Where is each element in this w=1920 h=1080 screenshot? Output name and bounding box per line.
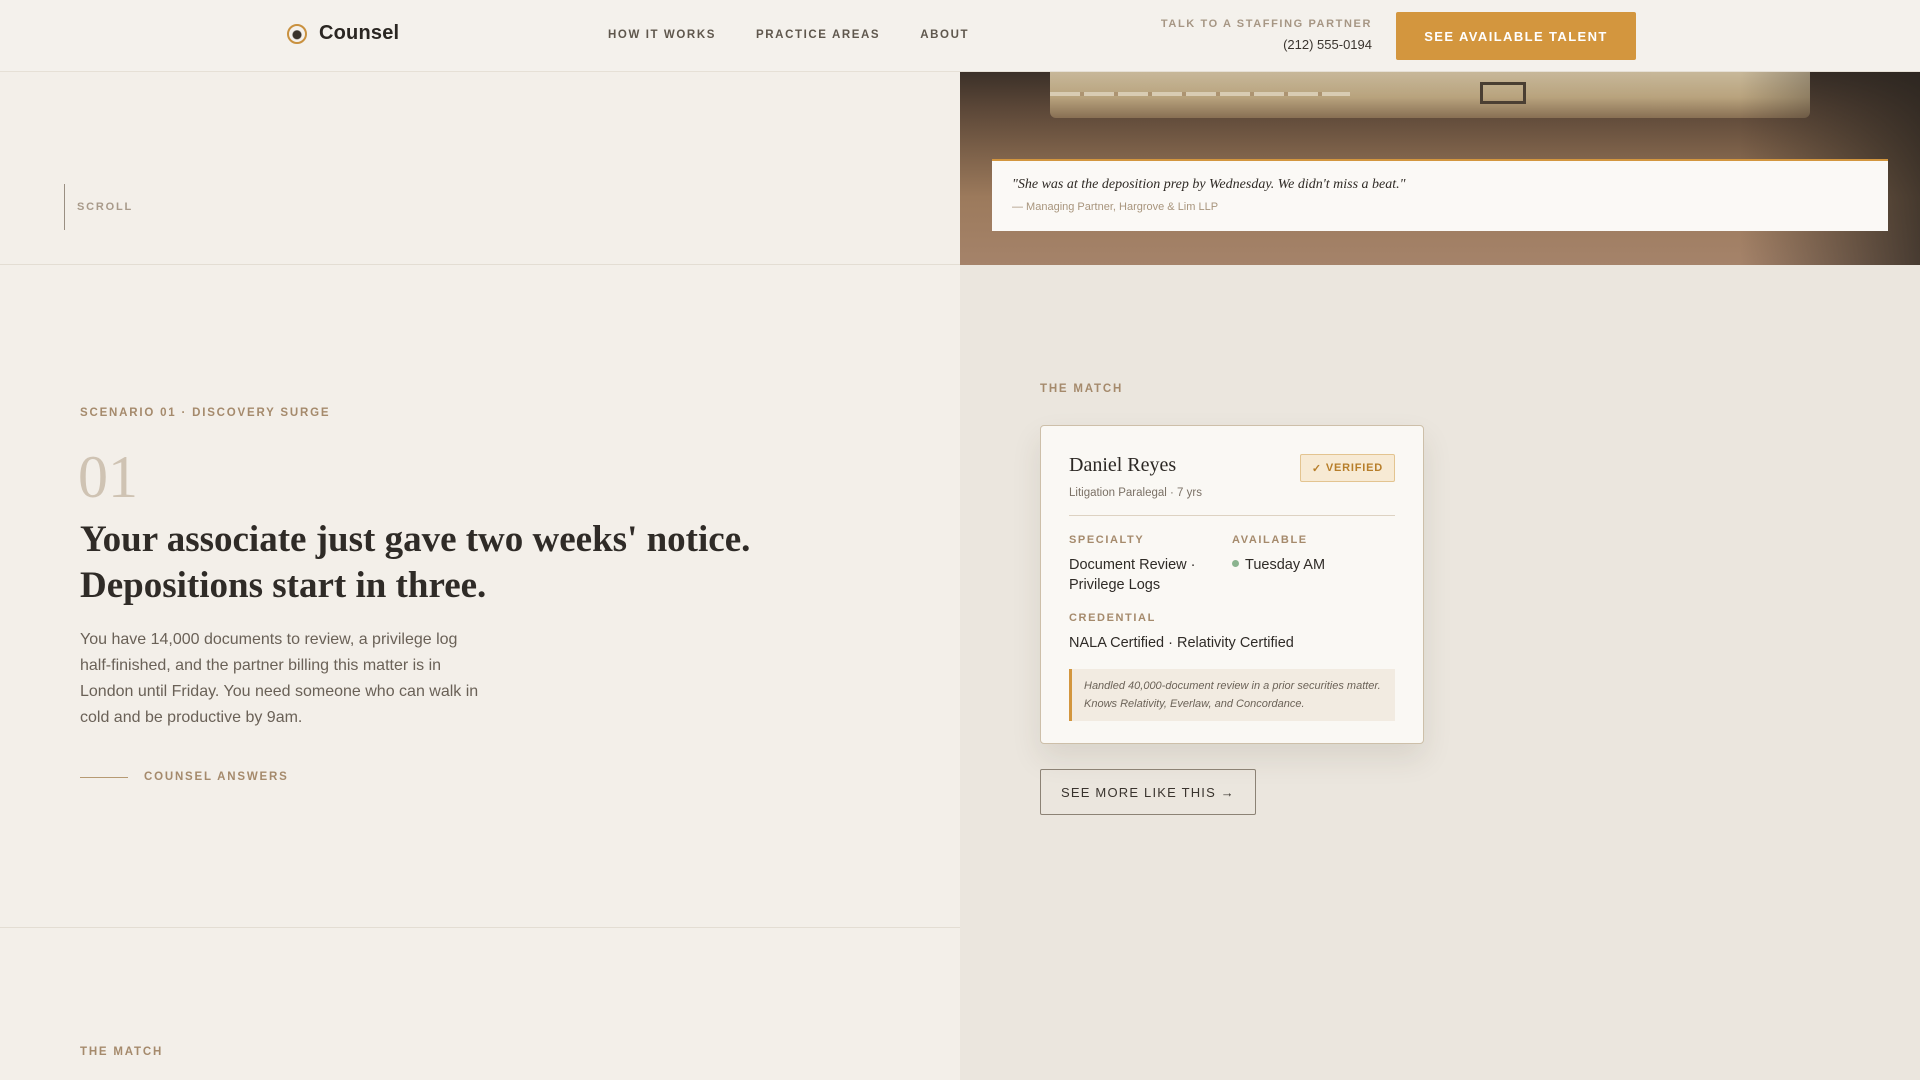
testimonial-quote: "She was at the deposition prep by Wedne… (1012, 177, 1406, 192)
available-value-row: Tuesday AM (1232, 555, 1395, 575)
availability-column: AVAILABLE Tuesday AM (1232, 534, 1395, 595)
scenario-number: 01 (78, 444, 138, 510)
nav-about[interactable]: ABOUT (920, 29, 969, 41)
verified-badge: ✓ VERIFIED (1299, 454, 1395, 482)
brand-name: Counsel (319, 22, 400, 44)
counsel-answers: COUNSEL ANSWERS (80, 771, 289, 783)
scroll-indicator-line (64, 184, 65, 230)
hero-photo: "She was at the deposition prep by Wedne… (960, 72, 1920, 265)
see-more-like-this-button[interactable]: SEE MORE LIKE THIS → (1040, 769, 1256, 815)
next-section-panel: THE MATCH (0, 928, 960, 1080)
candidate-role: Litigation Paralegal · 7 yrs (1069, 487, 1202, 499)
availability-dot-icon (1232, 560, 1239, 567)
contact-phone[interactable]: (212) 555-0194 (1161, 37, 1372, 52)
specialty-value: Document Review · Privilege Logs (1069, 557, 1196, 593)
specialty-label: SPECIALTY (1069, 534, 1145, 546)
contact-label: TALK TO A STAFFING PARTNER (1160, 18, 1372, 30)
available-label: AVAILABLE (1232, 534, 1308, 546)
hero-left-panel: SCROLL (0, 72, 960, 265)
scenario-title: Your associate just gave two weeks' noti… (80, 519, 751, 606)
next-section-eyebrow: THE MATCH (80, 1046, 164, 1058)
credential-block: CREDENTIAL NALA Certified · Relativity C… (1069, 612, 1395, 653)
card-divider (1069, 515, 1395, 516)
checkmark-icon: ✓ (1311, 462, 1322, 475)
testimonial-attribution: — Managing Partner, Hargrove & Lim LLP (1012, 201, 1219, 213)
photo-file-binders (1050, 72, 1810, 118)
brand-logo[interactable]: Counsel (287, 22, 399, 45)
available-value: Tuesday AM (1245, 557, 1326, 573)
candidate-note: Handled 40,000-document review in a prio… (1069, 669, 1395, 721)
match-eyebrow: THE MATCH (1040, 383, 1124, 395)
candidate-card[interactable]: Daniel Reyes Litigation Paralegal · 7 yr… (1040, 425, 1424, 744)
scenario-body: You have 14,000 documents to review, a p… (80, 631, 479, 726)
specialty-column: SPECIALTY Document Review · Privilege Lo… (1069, 534, 1232, 595)
verified-label: VERIFIED (1325, 462, 1383, 474)
brand-mark-icon (287, 23, 307, 44)
nav-how-it-works[interactable]: HOW IT WORKS (608, 29, 716, 41)
scenario-eyebrow: SCENARIO 01 · DISCOVERY SURGE (80, 407, 331, 419)
scenario-panel: SCENARIO 01 · DISCOVERY SURGE 01 Your as… (0, 265, 960, 928)
answers-divider (80, 776, 128, 778)
testimonial-card: "She was at the deposition prep by Wedne… (992, 159, 1888, 231)
see-available-talent-button[interactable]: SEE AVAILABLE TALENT (1396, 12, 1636, 60)
credential-label: CREDENTIAL (1069, 612, 1156, 624)
match-panel: THE MATCH Daniel Reyes Litigation Parale… (960, 265, 1920, 1080)
nav-practice-areas[interactable]: PRACTICE AREAS (756, 29, 880, 41)
contact-block: TALK TO A STAFFING PARTNER (212) 555-019… (1161, 18, 1372, 52)
scroll-indicator-label: SCROLL (77, 201, 134, 213)
answers-label: COUNSEL ANSWERS (144, 771, 289, 783)
site-header: Counsel HOW IT WORKS PRACTICE AREAS ABOU… (0, 0, 1920, 72)
candidate-specs: SPECIALTY Document Review · Privilege Lo… (1069, 534, 1395, 595)
main-nav: HOW IT WORKS PRACTICE AREAS ABOUT (608, 29, 969, 41)
credential-value: NALA Certified · Relativity Certified (1069, 635, 1294, 651)
